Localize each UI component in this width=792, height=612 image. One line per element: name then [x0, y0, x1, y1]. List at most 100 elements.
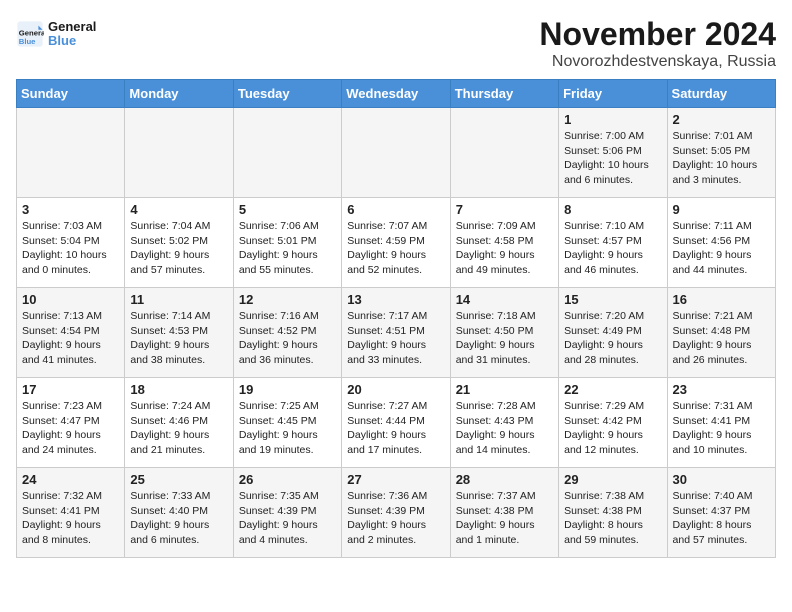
- calendar-cell: 17Sunrise: 7:23 AM Sunset: 4:47 PM Dayli…: [17, 378, 125, 468]
- day-number: 16: [673, 292, 770, 307]
- calendar-cell: 9 Sunrise: 7:11 AM Sunset: 4:56 PM Daylig…: [667, 198, 775, 288]
- calendar-cell: 22Sunrise: 7:29 AM Sunset: 4:42 PM Dayli…: [559, 378, 667, 468]
- day-info: Sunrise: 7:33 AM Sunset: 4:40 PM Dayligh…: [130, 489, 227, 548]
- calendar-cell: 13 Sunrise: 7:17 AM Sunset: 4:51 PM Dayli…: [342, 288, 450, 378]
- day-number: 25: [130, 472, 227, 487]
- day-number: 11: [130, 292, 227, 307]
- calendar-cell: 5Sunrise: 7:06 AM Sunset: 5:01 PM Daylig…: [233, 198, 341, 288]
- day-info: Sunrise: 7:00 AM Sunset: 5:06 PM Dayligh…: [564, 129, 661, 188]
- day-number: 29: [564, 472, 661, 487]
- calendar-cell: [342, 108, 450, 198]
- calendar-cell: 3 Sunrise: 7:03 AM Sunset: 5:04 PM Daylig…: [17, 198, 125, 288]
- calendar-cell: 20 Sunrise: 7:27 AM Sunset: 4:44 PM Dayli…: [342, 378, 450, 468]
- title-block: November 2024 Novorozhdestvenskaya, Russ…: [539, 16, 776, 71]
- calendar-cell: [125, 108, 233, 198]
- day-info: Sunrise: 7:37 AM Sunset: 4:38 PM Dayligh…: [456, 489, 553, 548]
- header-wednesday: Wednesday: [342, 80, 450, 108]
- day-info: Sunrise: 7:13 AM Sunset: 4:54 PM Dayligh…: [22, 309, 119, 368]
- logo-line2: Blue: [48, 34, 96, 48]
- day-number: 26: [239, 472, 336, 487]
- day-number: 3: [22, 202, 119, 217]
- calendar-cell: 18Sunrise: 7:24 AM Sunset: 4:46 PM Dayli…: [125, 378, 233, 468]
- day-info: Sunrise: 7:20 AM Sunset: 4:49 PM Dayligh…: [564, 309, 661, 368]
- logo-line1: General: [48, 20, 96, 34]
- day-info: Sunrise: 7:04 AM Sunset: 5:02 PM Dayligh…: [130, 219, 227, 278]
- day-info: Sunrise: 7:27 AM Sunset: 4:44 PM Dayligh…: [347, 399, 444, 458]
- day-info: Sunrise: 7:09 AM Sunset: 4:58 PM Dayligh…: [456, 219, 553, 278]
- logo: General Blue General Blue: [16, 20, 96, 49]
- calendar-cell: 12 Sunrise: 7:16 AM Sunset: 4:52 PM Dayli…: [233, 288, 341, 378]
- calendar-cell: 2Sunrise: 7:01 AM Sunset: 5:05 PM Daylig…: [667, 108, 775, 198]
- calendar-cell: 28 Sunrise: 7:37 AM Sunset: 4:38 PM Dayli…: [450, 468, 558, 558]
- calendar-cell: 27 Sunrise: 7:36 AM Sunset: 4:39 PM Dayli…: [342, 468, 450, 558]
- calendar-cell: 4Sunrise: 7:04 AM Sunset: 5:02 PM Daylig…: [125, 198, 233, 288]
- day-number: 8: [564, 202, 661, 217]
- day-number: 23: [673, 382, 770, 397]
- calendar-cell: 25 Sunrise: 7:33 AM Sunset: 4:40 PM Dayli…: [125, 468, 233, 558]
- day-number: 12: [239, 292, 336, 307]
- calendar-table: SundayMondayTuesdayWednesdayThursdayFrid…: [16, 79, 776, 558]
- day-number: 21: [456, 382, 553, 397]
- calendar-cell: 15 Sunrise: 7:20 AM Sunset: 4:49 PM Dayli…: [559, 288, 667, 378]
- calendar-cell: 23 Sunrise: 7:31 AM Sunset: 4:41 PM Dayli…: [667, 378, 775, 468]
- calendar-cell: 8 Sunrise: 7:10 AM Sunset: 4:57 PM Daylig…: [559, 198, 667, 288]
- header-thursday: Thursday: [450, 80, 558, 108]
- calendar-header-row: SundayMondayTuesdayWednesdayThursdayFrid…: [17, 80, 776, 108]
- page-header: General Blue General Blue November 2024 …: [16, 16, 776, 71]
- day-number: 1: [564, 112, 661, 127]
- day-number: 13: [347, 292, 444, 307]
- day-number: 19: [239, 382, 336, 397]
- calendar-cell: 29 Sunrise: 7:38 AM Sunset: 4:38 PM Dayli…: [559, 468, 667, 558]
- day-number: 27: [347, 472, 444, 487]
- day-info: Sunrise: 7:16 AM Sunset: 4:52 PM Dayligh…: [239, 309, 336, 368]
- day-info: Sunrise: 7:36 AM Sunset: 4:39 PM Dayligh…: [347, 489, 444, 548]
- day-number: 15: [564, 292, 661, 307]
- calendar-cell: 7Sunrise: 7:09 AM Sunset: 4:58 PM Daylig…: [450, 198, 558, 288]
- day-info: Sunrise: 7:10 AM Sunset: 4:57 PM Dayligh…: [564, 219, 661, 278]
- day-number: 28: [456, 472, 553, 487]
- calendar-cell: 11 Sunrise: 7:14 AM Sunset: 4:53 PM Dayli…: [125, 288, 233, 378]
- day-number: 9: [673, 202, 770, 217]
- calendar-cell: 16Sunrise: 7:21 AM Sunset: 4:48 PM Dayli…: [667, 288, 775, 378]
- calendar-cell: 10Sunrise: 7:13 AM Sunset: 4:54 PM Dayli…: [17, 288, 125, 378]
- day-number: 2: [673, 112, 770, 127]
- day-info: Sunrise: 7:03 AM Sunset: 5:04 PM Dayligh…: [22, 219, 119, 278]
- day-info: Sunrise: 7:40 AM Sunset: 4:37 PM Dayligh…: [673, 489, 770, 548]
- calendar-cell: 24 Sunrise: 7:32 AM Sunset: 4:41 PM Dayli…: [17, 468, 125, 558]
- day-info: Sunrise: 7:17 AM Sunset: 4:51 PM Dayligh…: [347, 309, 444, 368]
- calendar-cell: [17, 108, 125, 198]
- day-info: Sunrise: 7:28 AM Sunset: 4:43 PM Dayligh…: [456, 399, 553, 458]
- calendar-cell: 21 Sunrise: 7:28 AM Sunset: 4:43 PM Dayli…: [450, 378, 558, 468]
- week-row-5: 24 Sunrise: 7:32 AM Sunset: 4:41 PM Dayli…: [17, 468, 776, 558]
- day-number: 6: [347, 202, 444, 217]
- calendar-cell: 26Sunrise: 7:35 AM Sunset: 4:39 PM Dayli…: [233, 468, 341, 558]
- day-info: Sunrise: 7:11 AM Sunset: 4:56 PM Dayligh…: [673, 219, 770, 278]
- calendar-cell: 14 Sunrise: 7:18 AM Sunset: 4:50 PM Dayli…: [450, 288, 558, 378]
- day-info: Sunrise: 7:23 AM Sunset: 4:47 PM Dayligh…: [22, 399, 119, 458]
- day-info: Sunrise: 7:25 AM Sunset: 4:45 PM Dayligh…: [239, 399, 336, 458]
- header-sunday: Sunday: [17, 80, 125, 108]
- day-info: Sunrise: 7:31 AM Sunset: 4:41 PM Dayligh…: [673, 399, 770, 458]
- header-saturday: Saturday: [667, 80, 775, 108]
- week-row-4: 17Sunrise: 7:23 AM Sunset: 4:47 PM Dayli…: [17, 378, 776, 468]
- day-number: 22: [564, 382, 661, 397]
- page-subtitle: Novorozhdestvenskaya, Russia: [539, 53, 776, 71]
- day-number: 5: [239, 202, 336, 217]
- day-info: Sunrise: 7:24 AM Sunset: 4:46 PM Dayligh…: [130, 399, 227, 458]
- day-info: Sunrise: 7:14 AM Sunset: 4:53 PM Dayligh…: [130, 309, 227, 368]
- week-row-3: 10Sunrise: 7:13 AM Sunset: 4:54 PM Dayli…: [17, 288, 776, 378]
- day-info: Sunrise: 7:38 AM Sunset: 4:38 PM Dayligh…: [564, 489, 661, 548]
- calendar-cell: 1 Sunrise: 7:00 AM Sunset: 5:06 PM Daylig…: [559, 108, 667, 198]
- day-number: 20: [347, 382, 444, 397]
- day-info: Sunrise: 7:32 AM Sunset: 4:41 PM Dayligh…: [22, 489, 119, 548]
- day-info: Sunrise: 7:07 AM Sunset: 4:59 PM Dayligh…: [347, 219, 444, 278]
- day-number: 14: [456, 292, 553, 307]
- svg-text:Blue: Blue: [19, 37, 36, 46]
- calendar-cell: 19 Sunrise: 7:25 AM Sunset: 4:45 PM Dayli…: [233, 378, 341, 468]
- header-friday: Friday: [559, 80, 667, 108]
- day-number: 24: [22, 472, 119, 487]
- day-info: Sunrise: 7:18 AM Sunset: 4:50 PM Dayligh…: [456, 309, 553, 368]
- calendar-cell: [450, 108, 558, 198]
- page-title: November 2024: [539, 16, 776, 53]
- week-row-2: 3 Sunrise: 7:03 AM Sunset: 5:04 PM Daylig…: [17, 198, 776, 288]
